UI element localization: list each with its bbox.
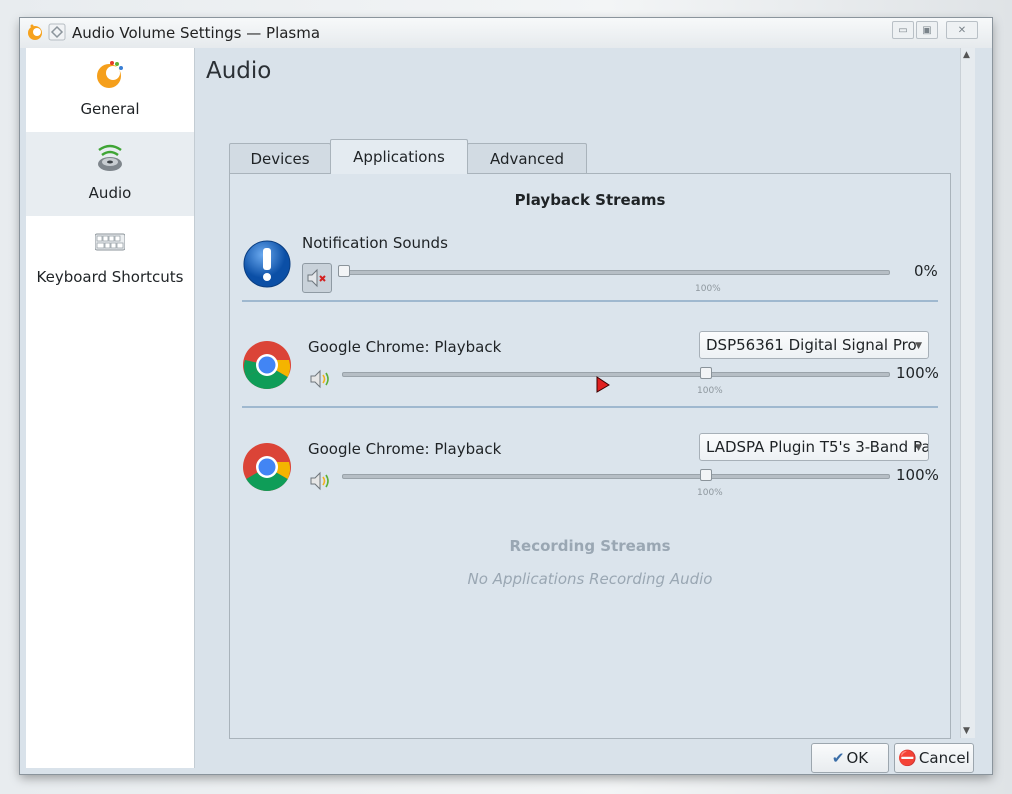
chevron-down-icon: ▼ (915, 341, 922, 351)
keyboard-icon (95, 233, 125, 251)
stream-separator (242, 406, 938, 408)
tab-advanced[interactable]: Advanced (467, 143, 587, 173)
pin-icon[interactable] (48, 23, 66, 41)
chrome-icon (243, 443, 291, 492)
slider-tick-label: 100% (697, 488, 723, 498)
settings-window: Audio Volume Settings — Plasma ▭ ▣ ✕ Gen… (20, 18, 992, 774)
sidebar-item-keyboard-shortcuts[interactable]: Keyboard Shortcuts (26, 216, 194, 300)
window-title: Audio Volume Settings — Plasma (72, 24, 321, 42)
close-icon[interactable]: ✕ (946, 21, 978, 39)
applications-panel: Playback Streams Notification Sounds 100… (229, 173, 951, 739)
volume-percent: 100% (896, 466, 939, 484)
chevron-down-icon: ▼ (915, 443, 922, 453)
sidebar-item-label: Audio (88, 184, 132, 202)
stream-chrome-playback-1: Google Chrome: Playback DSP56361 Digital… (242, 331, 939, 404)
ok-button-label: OK (846, 749, 869, 767)
info-icon (243, 240, 291, 288)
cancel-button[interactable]: ⛔ Cancel (894, 743, 974, 773)
sidebar-item-general[interactable]: General (26, 48, 194, 132)
volume-slider[interactable] (342, 372, 890, 377)
tab-applications[interactable]: Applications (330, 139, 468, 174)
plasma-icon[interactable] (26, 23, 44, 41)
slider-tick-label: 100% (695, 284, 721, 294)
speaker-icon[interactable] (308, 468, 334, 494)
volume-slider-handle[interactable] (700, 469, 712, 481)
playback-streams-heading: Playback Streams (514, 191, 666, 209)
mouse-cursor-icon (596, 376, 610, 393)
main-content: Audio Devices Applications Advanced Play… (195, 48, 974, 773)
sidebar-item-audio[interactable]: Audio (26, 132, 194, 216)
stream-separator (242, 300, 938, 302)
output-device-select[interactable]: DSP56361 Digital Signal Pro ▼ (699, 331, 929, 359)
general-icon (97, 61, 123, 88)
stream-name: Google Chrome: Playback (308, 440, 502, 458)
volume-percent: 0% (914, 262, 938, 280)
ok-button[interactable]: ✔ OK (811, 743, 889, 773)
title-bar[interactable]: Audio Volume Settings — Plasma ▭ ▣ ✕ (20, 18, 992, 48)
sidebar-item-label: Keyboard Shortcuts (36, 268, 184, 286)
checkmark-icon: ✔ (831, 749, 845, 767)
maximize-icon[interactable]: ▣ (916, 21, 938, 39)
no-recording-note: No Applications Recording Audio (467, 570, 713, 588)
recording-streams-heading: Recording Streams (509, 537, 671, 555)
scroll-up-icon[interactable]: ▲ (963, 50, 970, 60)
volume-slider-handle[interactable] (338, 265, 350, 277)
speaker-icon[interactable] (308, 366, 334, 392)
scroll-down-icon[interactable]: ▼ (963, 726, 970, 736)
cancel-button-label: Cancel (918, 749, 970, 767)
output-device-value: LADSPA Plugin T5's 3-Band Parametric (706, 438, 929, 456)
slider-tick-label: 100% (697, 386, 723, 396)
output-device-select[interactable]: LADSPA Plugin T5's 3-Band Parametric ▼ (699, 433, 929, 461)
audio-icon (98, 144, 122, 171)
sidebar-item-label: General (80, 100, 140, 118)
sidebar: General Audio Keyboard Shortcuts (26, 48, 195, 768)
volume-slider[interactable] (342, 474, 890, 479)
page-title: Audio (206, 58, 272, 84)
volume-slider-handle[interactable] (700, 367, 712, 379)
cancel-icon: ⛔ (898, 749, 917, 767)
chrome-icon (243, 341, 291, 390)
minimize-icon[interactable]: ▭ (892, 21, 914, 39)
speaker-muted-icon (307, 268, 326, 288)
stream-name: Google Chrome: Playback (308, 338, 502, 356)
volume-percent: 100% (896, 364, 939, 382)
mute-button[interactable] (302, 263, 332, 293)
tab-devices[interactable]: Devices (229, 143, 331, 173)
output-device-value: DSP56361 Digital Signal Pro (706, 336, 917, 354)
stream-chrome-playback-2: Google Chrome: Playback LADSPA Plugin T5… (242, 433, 939, 506)
stream-name: Notification Sounds (302, 234, 448, 252)
volume-slider[interactable] (342, 270, 890, 275)
vertical-scrollbar[interactable]: ▲ ▼ (960, 48, 975, 738)
stream-notification-sounds: Notification Sounds 100% 0% (242, 234, 938, 304)
